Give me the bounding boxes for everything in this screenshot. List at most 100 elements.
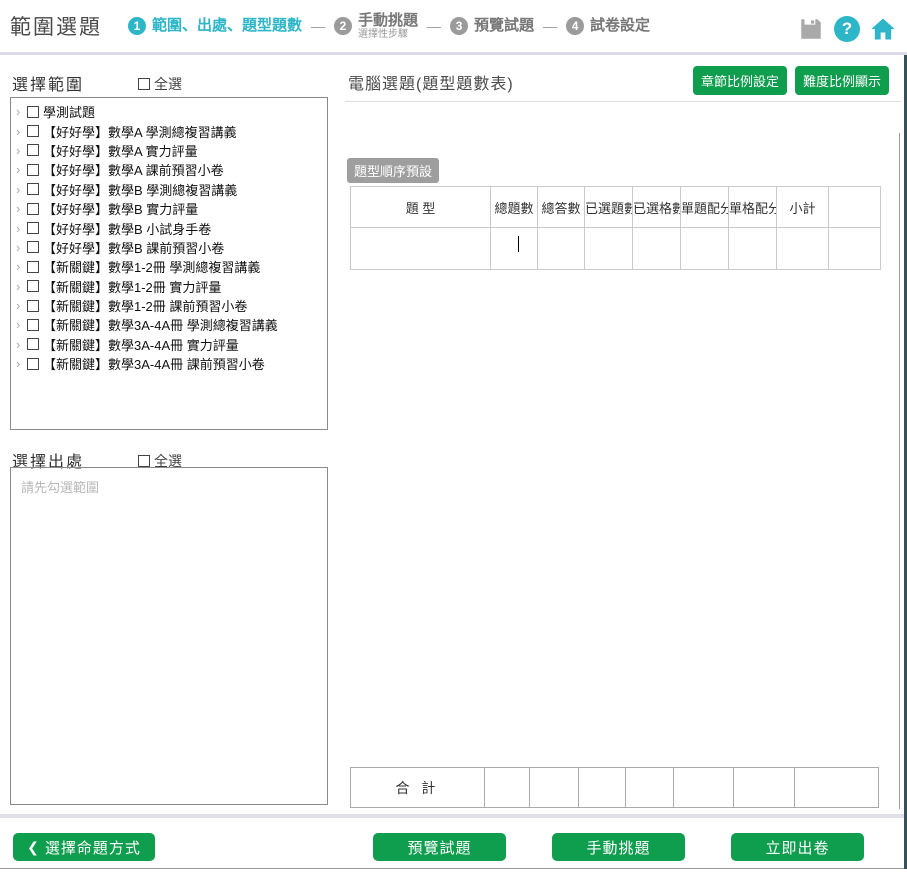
tree-row[interactable]: › 【好好學】數學B 課前預習小卷 <box>11 238 327 257</box>
save-icon[interactable] <box>797 15 825 43</box>
chevron-right-icon[interactable]: › <box>16 183 27 196</box>
chapter-ratio-button[interactable]: 章節比例設定 <box>693 66 787 95</box>
tree-row[interactable]: › 【新關鍵】數學1-2冊 課前預習小卷 <box>11 296 327 315</box>
chevron-right-icon[interactable]: › <box>16 338 27 351</box>
cell-points-per-blank[interactable] <box>729 228 777 270</box>
tree-row-label: 【新關鍵】數學1-2冊 實力評量 <box>43 277 221 296</box>
window-bottom-edge <box>0 868 907 869</box>
table-header-cell: 單格配分 <box>729 187 777 228</box>
chevron-right-icon[interactable]: › <box>16 241 27 254</box>
back-button[interactable]: ❮ 選擇命題方式 <box>13 833 155 861</box>
tree-row-checkbox[interactable] <box>27 300 39 312</box>
page-title: 範圍選題 <box>10 11 102 41</box>
back-button-label: 選擇命題方式 <box>45 837 141 858</box>
cell-total-questions[interactable] <box>491 228 538 270</box>
tree-row[interactable]: › 【好好學】數學A 課前預習小卷 <box>11 160 327 179</box>
total-row: 合 計 <box>351 768 879 808</box>
tree-row-label: 【新關鍵】數學3A-4A冊 課前預習小卷 <box>43 354 265 373</box>
step-separator: — <box>311 18 325 34</box>
tree-row-checkbox[interactable] <box>27 280 39 292</box>
step-label: 範圍、出處、題型題數 <box>152 17 302 34</box>
chevron-right-icon[interactable]: › <box>16 318 27 331</box>
cell-selected-blanks[interactable] <box>633 228 681 270</box>
tree-row[interactable]: › 學測試題 <box>11 102 327 121</box>
chevron-right-icon[interactable]: › <box>16 163 27 176</box>
tree-row-checkbox[interactable] <box>27 203 39 215</box>
step-number-circle: 2 <box>334 17 352 35</box>
cell-question-type[interactable] <box>351 228 491 270</box>
chevron-right-icon[interactable]: › <box>16 260 27 273</box>
step-number-circle: 3 <box>450 17 468 35</box>
preview-questions-button[interactable]: 預覽試題 <box>373 833 506 861</box>
tree-row[interactable]: › 【新關鍵】數學3A-4A冊 課前預習小卷 <box>11 354 327 373</box>
tree-row-checkbox[interactable] <box>27 338 39 350</box>
source-list: 請先勾選範圍 <box>10 467 328 805</box>
step-label: 手動挑題 <box>358 12 418 29</box>
tree-row[interactable]: › 【新關鍵】數學1-2冊 實力評量 <box>11 277 327 296</box>
tree-row[interactable]: › 【好好學】數學B 實力評量 <box>11 199 327 218</box>
tree-row-label: 【好好學】數學B 課前預習小卷 <box>43 238 224 257</box>
chevron-right-icon[interactable]: › <box>16 105 27 118</box>
difficulty-ratio-button[interactable]: 難度比例顯示 <box>795 66 889 95</box>
table-header-cell: 已選格數 <box>633 187 681 228</box>
footer-divider <box>0 814 907 818</box>
source-placeholder: 請先勾選範圍 <box>11 468 327 505</box>
cell-extra[interactable] <box>829 228 881 270</box>
chevron-right-icon[interactable]: › <box>16 202 27 215</box>
cell-subtotal[interactable] <box>777 228 829 270</box>
chevron-right-icon[interactable]: › <box>16 357 27 370</box>
help-icon[interactable]: ? <box>834 16 860 42</box>
tree-row-label: 【好好學】數學A 課前預習小卷 <box>43 160 224 179</box>
tree-row-checkbox[interactable] <box>27 241 39 253</box>
step-item[interactable]: 3 預覽試題 — <box>450 17 566 35</box>
question-type-preset-button[interactable]: 題型順序預設 <box>347 158 439 183</box>
question-type-table: 題 型總題數總答數已選題數已選格數單題配分單格配分小計 <box>350 186 881 270</box>
generate-exam-button[interactable]: 立即出卷 <box>731 833 864 861</box>
tree-row-label: 學測試題 <box>43 102 95 121</box>
table-header-cell: 單題配分 <box>681 187 729 228</box>
tree-row-checkbox[interactable] <box>27 183 39 195</box>
tree-row[interactable]: › 【好好學】數學A 學測總複習講義 <box>11 121 327 140</box>
tree-row-checkbox[interactable] <box>27 144 39 156</box>
cell-points-per-question[interactable] <box>681 228 729 270</box>
source-select-all-checkbox[interactable] <box>138 455 150 467</box>
chevron-right-icon[interactable]: › <box>16 144 27 157</box>
step-item[interactable]: 1 範圍、出處、題型題數 — <box>128 17 334 35</box>
tree-row-label: 【好好學】數學B 學測總複習講義 <box>43 180 237 199</box>
tree-row[interactable]: › 【新關鍵】數學3A-4A冊 學測總複習講義 <box>11 315 327 334</box>
step-item[interactable]: 2 手動挑題 選擇性步驟 — <box>334 12 450 41</box>
tree-row-checkbox[interactable] <box>27 261 39 273</box>
tree-row[interactable]: › 【好好學】數學B 學測總複習講義 <box>11 180 327 199</box>
tree-row-checkbox[interactable] <box>27 222 39 234</box>
range-section-title: 選擇範圍 <box>12 71 84 95</box>
tree-row-label: 【好好學】數學A 實力評量 <box>43 141 198 160</box>
chevron-right-icon[interactable]: › <box>16 299 27 312</box>
top-bar: 範圍選題 1 範圍、出處、題型題數 — 2 手動挑題 選擇性步驟 <box>0 0 907 55</box>
home-icon[interactable] <box>869 15 897 43</box>
tree-row-label: 【新關鍵】數學3A-4A冊 學測總複習講義 <box>43 315 278 334</box>
step-label: 預覽試題 <box>474 17 534 34</box>
cell-selected-questions[interactable] <box>585 228 633 270</box>
cell-total-answers[interactable] <box>538 228 585 270</box>
table-header-cell: 總題數 <box>491 187 538 228</box>
manual-pick-button[interactable]: 手動挑題 <box>552 833 685 861</box>
tree-row-checkbox[interactable] <box>27 319 39 331</box>
chevron-right-icon[interactable]: › <box>16 125 27 138</box>
range-select-all-checkbox[interactable] <box>138 78 150 90</box>
tree-row-checkbox[interactable] <box>27 125 39 137</box>
table-header-cell: 已選題數 <box>585 187 633 228</box>
tree-row[interactable]: › 【好好學】數學A 實力評量 <box>11 141 327 160</box>
tree-row-checkbox[interactable] <box>27 358 39 370</box>
tree-row[interactable]: › 【新關鍵】數學3A-4A冊 實力評量 <box>11 335 327 354</box>
range-select-all[interactable]: 全選 <box>138 74 182 94</box>
chevron-right-icon[interactable]: › <box>16 222 27 235</box>
step-item[interactable]: 4 試卷設定 <box>566 17 650 35</box>
title-divider <box>345 101 901 102</box>
table-area-border <box>899 133 900 809</box>
tree-row-checkbox[interactable] <box>27 164 39 176</box>
tree-row-label: 【新關鍵】數學1-2冊 課前預習小卷 <box>43 296 247 315</box>
tree-row[interactable]: › 【新關鍵】數學1-2冊 學測總複習講義 <box>11 257 327 276</box>
tree-row-checkbox[interactable] <box>27 106 39 118</box>
chevron-right-icon[interactable]: › <box>16 280 27 293</box>
tree-row[interactable]: › 【好好學】數學B 小試身手卷 <box>11 218 327 237</box>
